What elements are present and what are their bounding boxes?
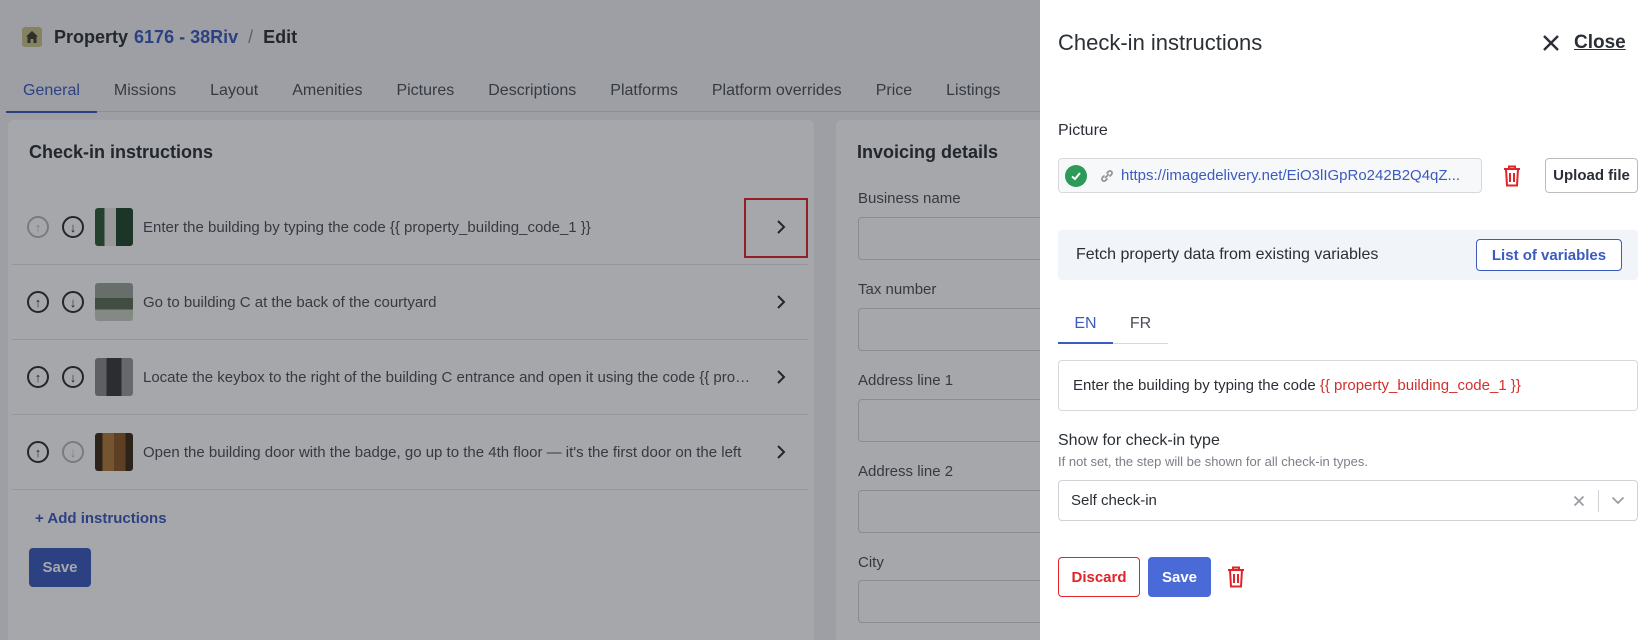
discard-button[interactable]: Discard bbox=[1058, 557, 1140, 597]
clear-icon[interactable] bbox=[1560, 481, 1598, 520]
link-icon bbox=[1099, 168, 1115, 184]
picture-label: Picture bbox=[1058, 122, 1108, 139]
list-of-variables-button[interactable]: List of variables bbox=[1476, 239, 1622, 271]
checkin-type-help-text: If not set, the step will be shown for a… bbox=[1058, 454, 1368, 469]
upload-file-button[interactable]: Upload file bbox=[1545, 158, 1638, 193]
fetch-variables-text: Fetch property data from existing variab… bbox=[1076, 246, 1379, 263]
picture-url-field[interactable]: https://imagedelivery.net/EiO3lIGpRo242B… bbox=[1058, 158, 1482, 193]
drawer-title: Check-in instructions bbox=[1058, 30, 1263, 55]
tab-language-fr[interactable]: FR bbox=[1113, 308, 1168, 343]
instruction-variable: {{ property_building_code_1 }} bbox=[1319, 377, 1521, 394]
checkin-type-select[interactable]: Self check-in bbox=[1058, 480, 1638, 521]
tab-language-en[interactable]: EN bbox=[1058, 308, 1113, 344]
delete-step-icon[interactable] bbox=[1225, 565, 1247, 589]
instruction-text: Enter the building by typing the code bbox=[1073, 377, 1320, 394]
language-tabs: EN FR bbox=[1058, 308, 1168, 344]
save-button[interactable]: Save bbox=[1148, 557, 1211, 597]
check-circle-icon bbox=[1065, 164, 1087, 187]
modal-backdrop[interactable] bbox=[0, 0, 1040, 640]
checkin-type-label: Show for check-in type bbox=[1058, 432, 1220, 449]
close-label[interactable]: Close bbox=[1574, 32, 1626, 54]
checkin-instruction-drawer: Check-in instructions Close Picture http… bbox=[1040, 0, 1648, 640]
instruction-text-editor[interactable]: Enter the building by typing the code {{… bbox=[1058, 360, 1638, 411]
chevron-down-icon[interactable] bbox=[1599, 481, 1637, 520]
checkin-type-value: Self check-in bbox=[1071, 492, 1157, 509]
close-button[interactable]: Close bbox=[1540, 32, 1626, 54]
picture-url-link[interactable]: https://imagedelivery.net/EiO3lIGpRo242B… bbox=[1121, 167, 1471, 184]
close-icon[interactable] bbox=[1540, 32, 1562, 54]
delete-picture-icon[interactable] bbox=[1501, 164, 1523, 188]
variables-panel: Fetch property data from existing variab… bbox=[1058, 230, 1638, 280]
